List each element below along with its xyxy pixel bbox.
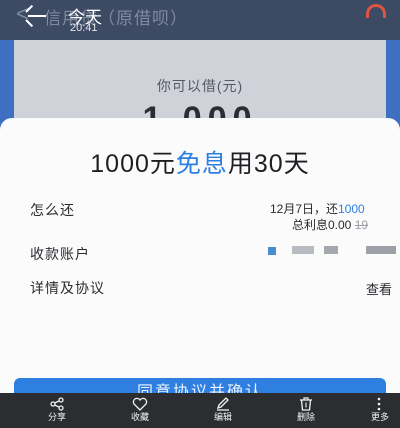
edit-label: 编辑 bbox=[213, 412, 232, 422]
headline-amount: 1000元 bbox=[90, 150, 176, 178]
loan-confirm-sheet: 1000元免息用30天 怎么还 12月7日，还1000 总利息0.00 19 收… bbox=[0, 118, 400, 428]
back-arrow-icon[interactable] bbox=[22, 4, 48, 28]
repay-amount: 1000 bbox=[338, 202, 365, 216]
interest-info: 总利息0.00 19 bbox=[292, 216, 368, 233]
viewer-timestamp: 20:41 bbox=[70, 22, 98, 34]
more-icon bbox=[377, 397, 381, 411]
favorite-label: 收藏 bbox=[130, 412, 149, 422]
masked-account-segment bbox=[366, 246, 396, 254]
interest-total: 总利息0.00 bbox=[292, 218, 352, 232]
delete-button[interactable]: 删除 bbox=[276, 393, 336, 428]
interest-original: 19 bbox=[354, 218, 369, 232]
more-button[interactable]: 更多 bbox=[359, 393, 400, 428]
masked-account-segment bbox=[292, 246, 314, 254]
repay-label: 怎么还 bbox=[30, 202, 75, 218]
share-button[interactable]: 分享 bbox=[27, 393, 87, 428]
details-label: 详情及协议 bbox=[30, 280, 105, 296]
bank-logo-icon bbox=[268, 247, 276, 255]
edit-icon bbox=[216, 397, 229, 411]
view-details-link[interactable]: 查看 bbox=[366, 279, 392, 298]
headline-duration: 用30天 bbox=[227, 150, 310, 178]
account-label: 收款账户 bbox=[30, 246, 90, 262]
viewer-top-bar: 今天 20:41 bbox=[0, 0, 400, 36]
loan-headline: 1000元免息用30天 bbox=[0, 144, 400, 180]
headline-interest-free: 免息 bbox=[175, 150, 228, 178]
repay-schedule[interactable]: 12月7日，还1000 bbox=[270, 200, 365, 217]
share-icon bbox=[50, 397, 64, 411]
background-loan-label: 你可以借(元) bbox=[156, 78, 244, 94]
delete-icon bbox=[300, 397, 312, 411]
share-label: 分享 bbox=[47, 412, 66, 422]
more-label: 更多 bbox=[371, 412, 390, 422]
delete-label: 删除 bbox=[296, 412, 315, 422]
heart-icon bbox=[132, 397, 148, 411]
viewer-toolbar: 分享 收藏 编辑 删除 更多 bbox=[0, 393, 400, 428]
favorite-button[interactable]: 收藏 bbox=[110, 393, 170, 428]
repay-date: 12月7日，还 bbox=[270, 202, 339, 216]
edit-button[interactable]: 编辑 bbox=[193, 393, 253, 428]
masked-account-segment bbox=[324, 246, 338, 254]
